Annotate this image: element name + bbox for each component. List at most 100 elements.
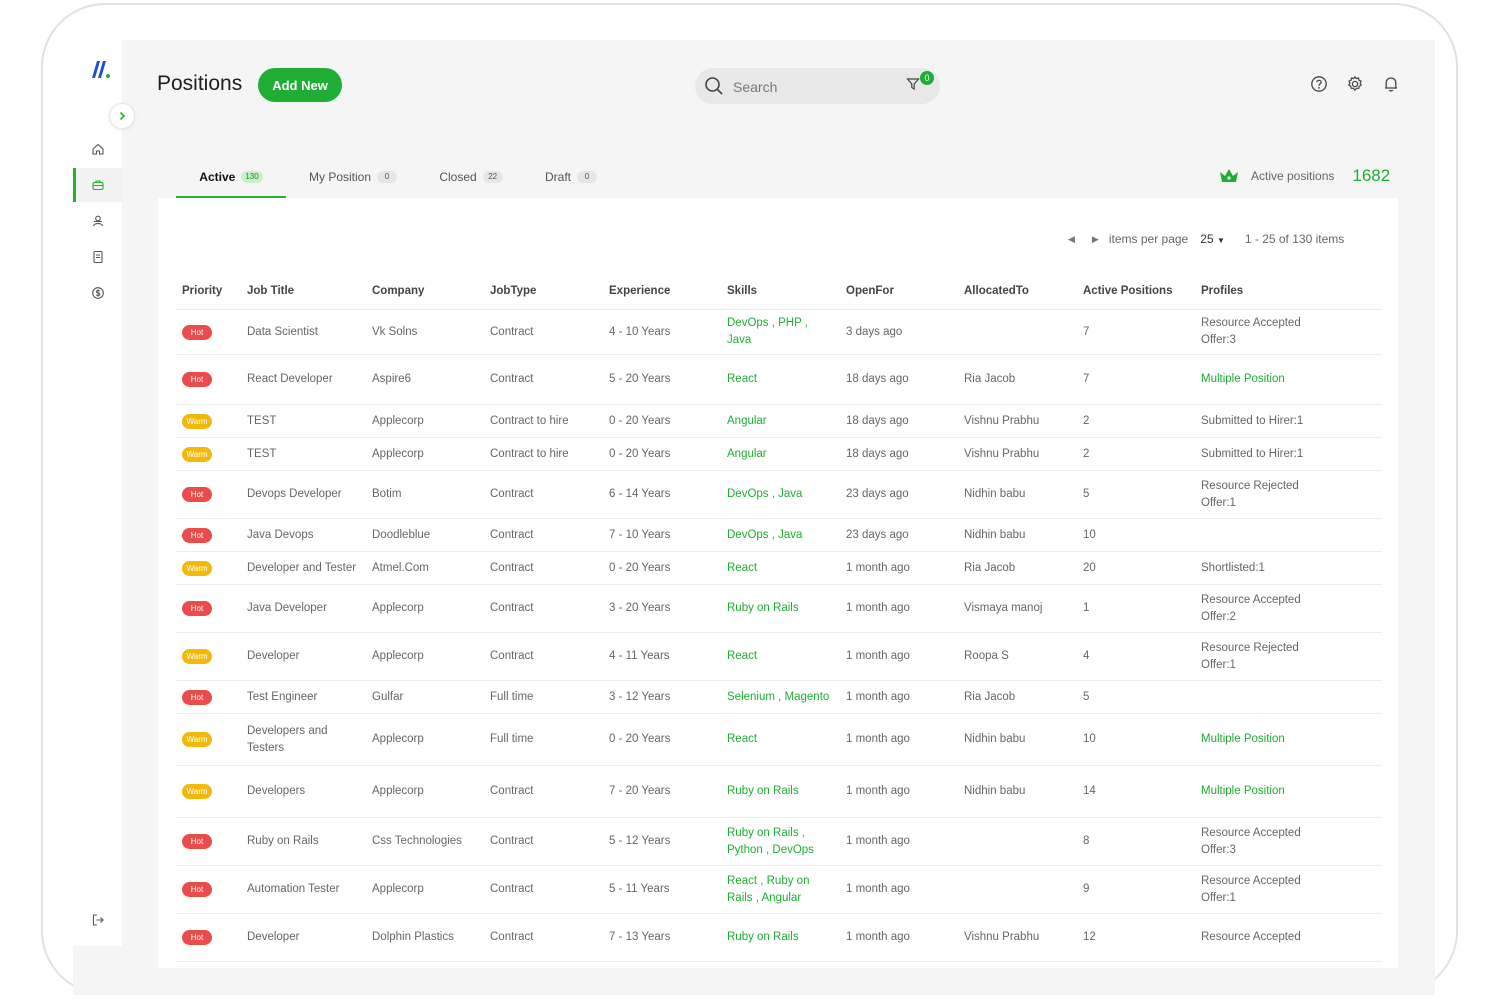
page-size-select[interactable]: 25 ▼ bbox=[1200, 232, 1225, 246]
pagination: ◀ ▶ items per page 25 ▼ 1 - 25 of 130 it… bbox=[1068, 229, 1388, 249]
active-positions-count: 1682 bbox=[1352, 166, 1391, 185]
table-row[interactable]: Warm Developer Applecorp Contract 4 - 11 Yea… bbox=[176, 632, 1382, 681]
allocated-to-cell bbox=[958, 865, 1077, 914]
table-row[interactable]: Hot Developer Dolphin Plastics Contract 7 - … bbox=[176, 913, 1382, 962]
help-icon[interactable] bbox=[1310, 75, 1328, 93]
active-positions-cell: 5 bbox=[1077, 470, 1195, 519]
table-row[interactable]: Hot Devops Developer Botim Contract 6 - 14 Y… bbox=[176, 470, 1382, 519]
column-header[interactable]: OpenFor bbox=[840, 273, 958, 310]
tab-my-position[interactable]: My Position 0 bbox=[298, 158, 408, 196]
column-header[interactable]: Priority bbox=[176, 273, 241, 310]
profiles-status-line: Resource Rejected bbox=[1201, 479, 1299, 492]
column-header[interactable]: Experience bbox=[603, 273, 721, 310]
allocated-to-cell: Vismaya manoj bbox=[958, 584, 1077, 633]
multiple-position-link[interactable]: Multiple Position bbox=[1201, 783, 1376, 800]
column-header[interactable]: JobType bbox=[484, 273, 603, 310]
priority-cell: Warm bbox=[176, 713, 241, 766]
column-header[interactable]: Skills bbox=[721, 273, 840, 310]
column-header[interactable]: Company bbox=[366, 273, 484, 310]
table-row[interactable]: Warm Developers and Testers Applecorp Full … bbox=[176, 713, 1382, 766]
sidebar-item-home[interactable] bbox=[73, 132, 122, 166]
column-header[interactable]: Job Title bbox=[241, 273, 366, 310]
open-for-cell: 1 month ago bbox=[840, 817, 958, 866]
profiles-status-line: Resource Accepted bbox=[1201, 874, 1301, 887]
bell-icon[interactable] bbox=[1382, 75, 1400, 93]
multiple-position-link[interactable]: Multiple Position bbox=[1201, 371, 1376, 388]
company-cell: Applecorp bbox=[366, 865, 484, 914]
logout-button[interactable] bbox=[73, 903, 122, 937]
multiple-position-link[interactable]: Multiple Position bbox=[1201, 731, 1376, 748]
profiles-status-line: Resource Accepted bbox=[1201, 826, 1301, 839]
page-title: Positions bbox=[157, 72, 243, 95]
table-row[interactable]: Hot Java Devops Doodleblue Contract 7 - 10 Y… bbox=[176, 518, 1382, 552]
profiles-status-line: Resource Rejected bbox=[1201, 641, 1299, 654]
sidebar-item-positions[interactable] bbox=[73, 168, 122, 202]
table-row[interactable]: Hot Ruby on Rails Css Technologies Contract… bbox=[176, 817, 1382, 866]
priority-badge: Hot bbox=[182, 601, 212, 616]
table-row[interactable]: Hot React Developer Aspire6 Contract 5 - 20 … bbox=[176, 354, 1382, 405]
column-header[interactable]: AllocatedTo bbox=[958, 273, 1077, 310]
job-type-cell: Contract to hire bbox=[484, 437, 603, 471]
active-positions-cell: 2 bbox=[1077, 437, 1195, 471]
priority-badge: Warm bbox=[182, 649, 212, 664]
table-row[interactable]: Hot Data Scientist Vk Solns Contract 4 - 10 … bbox=[176, 309, 1382, 355]
table-row[interactable]: Hot Test Engineer Gulfar Full time 3 - 12 Ye… bbox=[176, 680, 1382, 714]
positions-table: Priority Job Title Company JobType Exper… bbox=[176, 273, 1382, 962]
tab-label: Draft bbox=[544, 170, 571, 184]
search-bar: 0 bbox=[695, 68, 940, 104]
allocated-to-cell bbox=[958, 817, 1077, 866]
company-cell: Botim bbox=[366, 470, 484, 519]
prev-page-icon[interactable]: ◀ bbox=[1068, 234, 1075, 245]
tab-active[interactable]: Active 130 bbox=[176, 158, 286, 198]
company-cell: Atmel.Com bbox=[366, 551, 484, 585]
add-new-button[interactable]: Add New bbox=[258, 68, 342, 102]
priority-badge: Warm bbox=[182, 413, 212, 429]
profiles-status-line: Offer:3 bbox=[1201, 843, 1236, 856]
skills-cell: React , Ruby on Rails , Angular bbox=[721, 865, 840, 914]
profiles-cell[interactable]: Multiple Position bbox=[1195, 354, 1382, 405]
sidebar-toggle-button[interactable] bbox=[109, 103, 135, 129]
profiles-cell: Resource Rejected Offer:1 bbox=[1195, 632, 1382, 681]
gear-icon[interactable] bbox=[1346, 75, 1364, 93]
pagination-range: 1 - 25 of 130 items bbox=[1244, 232, 1345, 246]
profiles-cell[interactable]: Multiple Position bbox=[1195, 713, 1382, 766]
active-positions-cell: 12 bbox=[1077, 913, 1195, 962]
tab-closed[interactable]: Closed 22 bbox=[426, 158, 516, 196]
table-row[interactable]: Hot Automation Tester Applecorp Contract 5 -… bbox=[176, 865, 1382, 914]
company-cell: Doodleblue bbox=[366, 518, 484, 552]
profiles-cell[interactable]: Multiple Position bbox=[1195, 765, 1382, 818]
page-size-value: 25 bbox=[1200, 232, 1214, 246]
search-input[interactable] bbox=[731, 76, 895, 98]
table-row[interactable]: Warm TEST Applecorp Contract to hire 0 - 20 … bbox=[176, 437, 1382, 471]
company-cell: Applecorp bbox=[366, 632, 484, 681]
skills-cell: React bbox=[721, 713, 840, 766]
status-tabs: Active 130 My Position 0 Closed 22 Draft… bbox=[176, 158, 626, 198]
next-page-icon[interactable]: ▶ bbox=[1092, 234, 1099, 245]
profiles-status-line: Offer:3 bbox=[1201, 334, 1236, 346]
active-positions-cell: 8 bbox=[1077, 817, 1195, 866]
table-row[interactable]: Hot Java Developer Applecorp Contract 3 - 20… bbox=[176, 584, 1382, 633]
table-header-row: Priority Job Title Company JobType Exper… bbox=[176, 273, 1382, 310]
column-header[interactable]: Active Positions bbox=[1077, 273, 1195, 310]
table-row[interactable]: Warm TEST Applecorp Contract to hire 0 - 20 … bbox=[176, 404, 1382, 438]
active-positions-cell: 7 bbox=[1077, 354, 1195, 405]
filter-icon[interactable] bbox=[906, 77, 920, 91]
table-row[interactable]: Warm Developers Applecorp Contract 7 - 20 Ye… bbox=[176, 765, 1382, 818]
tab-draft[interactable]: Draft 0 bbox=[536, 158, 606, 196]
job-type-cell: Full time bbox=[484, 713, 603, 766]
priority-cell: Hot bbox=[176, 817, 241, 866]
allocated-to-cell: Roopa S bbox=[958, 632, 1077, 681]
active-positions-summary: Active positions 1682 bbox=[1218, 162, 1408, 190]
document-icon bbox=[92, 250, 103, 264]
column-header[interactable]: Profiles bbox=[1195, 273, 1382, 310]
allocated-to-cell: Nidhin babu bbox=[958, 518, 1077, 552]
sidebar-item-documents[interactable] bbox=[73, 240, 122, 274]
experience-cell: 0 - 20 Years bbox=[603, 551, 721, 585]
job-title-cell: Ruby on Rails bbox=[241, 817, 366, 866]
table-row[interactable]: Warm Developer and Tester Atmel.Com Contrac… bbox=[176, 551, 1382, 585]
sidebar-item-candidates[interactable] bbox=[73, 204, 122, 238]
job-title-cell: Developer bbox=[241, 913, 366, 962]
priority-badge: Hot bbox=[182, 689, 212, 705]
profiles-status-line: Submitted to Hirer:1 bbox=[1201, 414, 1304, 427]
sidebar-item-billing[interactable] bbox=[73, 276, 122, 310]
